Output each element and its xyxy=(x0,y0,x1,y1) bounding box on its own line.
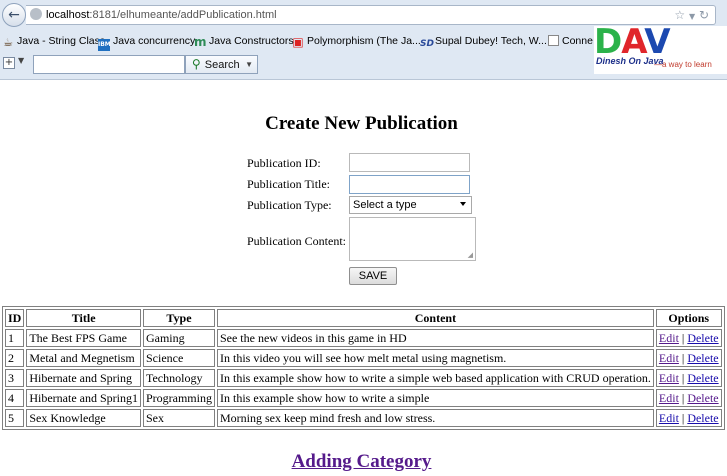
bookmark-item[interactable]: Conne xyxy=(548,31,593,51)
cell-title: The Best FPS Game xyxy=(26,329,141,347)
publication-title-label: Publication Title: xyxy=(247,177,331,191)
cell-options: Edit | Delete xyxy=(655,369,722,387)
bookmark-item[interactable]: SDSupal Dubey! Tech, W... xyxy=(420,31,547,51)
edit-link[interactable]: Edit xyxy=(659,331,679,345)
bookmark-item[interactable]: ▣ Polymorphism (The Ja... xyxy=(292,31,420,51)
url-host: localhost xyxy=(46,9,90,21)
toolbar-search-input[interactable] xyxy=(33,55,185,74)
sd-icon: SD xyxy=(420,39,434,49)
back-arrow-icon[interactable]: ← xyxy=(2,3,26,27)
publication-content-label: Publication Content: xyxy=(247,234,346,248)
column-header-content: Content xyxy=(216,309,654,327)
delete-link[interactable]: Delete xyxy=(687,351,718,365)
page-title: Create New Publication xyxy=(265,113,458,134)
publication-title-input[interactable] xyxy=(349,175,470,194)
table-row: 4 Hibernate and Spring1 Programming In t… xyxy=(5,389,722,407)
cell-options: Edit | Delete xyxy=(655,329,722,347)
chevron-down-icon[interactable]: ▼ xyxy=(18,56,24,65)
search-icon: ⚲ xyxy=(192,57,201,71)
table-row: 3 Hibernate and Spring Technology In thi… xyxy=(5,369,722,387)
cell-content: In this video you will see how melt meta… xyxy=(216,349,654,367)
o-icon: ▣ xyxy=(292,35,304,49)
delete-link[interactable]: Delete xyxy=(687,391,718,405)
logo-tagline: —a way to learn xyxy=(654,60,712,69)
table-row: 5 Sex Knowledge Sex Morning sex keep min… xyxy=(5,409,722,427)
cell-title: Sex Knowledge xyxy=(26,409,141,427)
table-row: 1 The Best FPS Game Gaming See the new v… xyxy=(5,329,722,347)
edit-link[interactable]: Edit xyxy=(659,411,679,425)
cell-content: In this example show how to write a simp… xyxy=(216,369,654,387)
column-header-title: Title xyxy=(26,309,141,327)
cell-id: 4 xyxy=(5,389,25,407)
cell-id: 5 xyxy=(5,409,25,427)
cell-id: 3 xyxy=(5,369,25,387)
publication-id-label: Publication ID: xyxy=(247,156,321,170)
edit-link[interactable]: Edit xyxy=(659,351,679,365)
options-separator: | xyxy=(681,390,685,405)
adding-category-link[interactable]: Adding Category xyxy=(0,451,723,473)
browser-chrome: ← localhost:8181/elhumeante/addPublicati… xyxy=(0,0,727,80)
bookmark-item[interactable]: ☕ Java - String Class xyxy=(2,31,105,51)
options-separator: | xyxy=(681,350,685,365)
cell-type: Gaming xyxy=(142,329,215,347)
resize-grip-icon[interactable]: ◢ xyxy=(468,251,473,259)
bookmark-item[interactable]: m Java Constructors xyxy=(194,31,294,51)
cell-type: Sex xyxy=(142,409,215,427)
delete-link[interactable]: Delete xyxy=(687,331,718,345)
url-tools: ☆ ▼ ↻ xyxy=(674,6,709,26)
publication-id-input[interactable] xyxy=(349,153,470,172)
cell-id: 2 xyxy=(5,349,25,367)
logo-letters: DAV xyxy=(594,22,671,62)
column-header-id: ID xyxy=(5,309,25,327)
add-toolbar-icon[interactable]: + xyxy=(3,57,15,69)
page-icon xyxy=(548,35,559,46)
delete-link[interactable]: Delete xyxy=(687,371,718,385)
chevron-down-icon xyxy=(460,202,466,206)
cell-options: Edit | Delete xyxy=(655,409,722,427)
options-separator: | xyxy=(681,370,685,385)
cell-type: Science xyxy=(142,349,215,367)
delete-link[interactable]: Delete xyxy=(687,411,718,425)
publication-type-selected: Select a type xyxy=(353,199,417,211)
java-icon: ☕ xyxy=(3,36,13,49)
save-button[interactable]: SAVE xyxy=(349,267,397,285)
publication-type-select[interactable]: Select a type xyxy=(349,196,472,214)
url-path: :8181/elhumeante/addPublication.html xyxy=(89,9,277,21)
cell-type: Technology xyxy=(142,369,215,387)
cell-content: In this example show how to write a simp… xyxy=(216,389,654,407)
m-icon: m xyxy=(194,35,207,49)
options-separator: | xyxy=(681,410,685,425)
cell-type: Programming xyxy=(142,389,215,407)
column-header-type: Type xyxy=(142,309,215,327)
globe-icon xyxy=(30,8,42,20)
publication-type-label: Publication Type: xyxy=(247,198,332,212)
chevron-down-icon: ▼ xyxy=(245,60,253,69)
edit-link[interactable]: Edit xyxy=(659,391,679,405)
table-header-row: ID Title Type Content Options xyxy=(5,309,722,327)
cell-options: Edit | Delete xyxy=(655,349,722,367)
cell-id: 1 xyxy=(5,329,25,347)
cell-title: Hibernate and Spring1 xyxy=(26,389,141,407)
chevron-down-icon[interactable]: ▼ xyxy=(689,12,695,21)
ibm-icon: IBM xyxy=(98,39,111,51)
cell-options: Edit | Delete xyxy=(655,389,722,407)
publications-table: ID Title Type Content Options 1 The Best… xyxy=(2,306,725,430)
options-separator: | xyxy=(681,330,685,345)
cell-content: Morning sex keep mind fresh and low stre… xyxy=(216,409,654,427)
reload-icon[interactable]: ↻ xyxy=(699,8,709,22)
bookmark-item[interactable]: IBM Java concurrency xyxy=(98,31,195,51)
edit-link[interactable]: Edit xyxy=(659,371,679,385)
site-logo: DAV Dinesh On Java —a way to learn xyxy=(594,22,727,74)
toolbar-search-button[interactable]: ⚲ Search ▼ xyxy=(185,55,258,74)
cell-title: Hibernate and Spring xyxy=(26,369,141,387)
star-icon[interactable]: ☆ xyxy=(674,8,685,22)
table-row: 2 Metal and Megnetism Science In this vi… xyxy=(5,349,722,367)
column-header-options: Options xyxy=(655,309,722,327)
publication-content-textarea[interactable]: ◢ xyxy=(349,217,476,261)
cell-content: See the new videos in this game in HD xyxy=(216,329,654,347)
cell-title: Metal and Megnetism xyxy=(26,349,141,367)
